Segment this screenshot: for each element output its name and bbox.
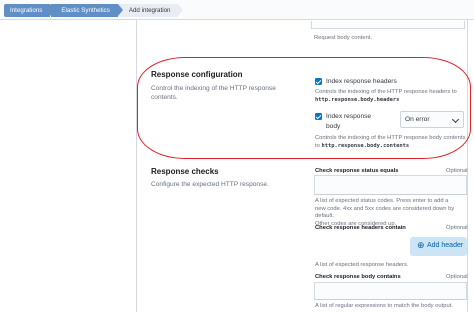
status-equals-help-line2: new code. 4xx and 5xx codes are consider… — [315, 205, 455, 220]
status-equals-optional: Optional — [446, 168, 468, 174]
breadcrumb-bar: Integrations Elastic Synthetics Add inte… — [0, 0, 474, 20]
breadcrumb-integrations[interactable]: Integrations — [4, 4, 56, 17]
body-contains-label: Check response body contains — [315, 274, 401, 280]
request-body-help: Request body content. — [314, 35, 373, 41]
sidebar-divider — [136, 20, 137, 312]
highlight-annotation — [137, 57, 471, 159]
status-equals-help-line1: A list of expected status codes. Press e… — [315, 198, 449, 204]
add-header-label: Add header — [427, 242, 464, 249]
headers-contain-label: Check response headers contain — [315, 225, 406, 231]
response-checks-description: Configure the expected HTTP response. — [151, 181, 269, 188]
request-body-field[interactable] — [311, 21, 465, 29]
body-contains-input[interactable] — [314, 282, 467, 300]
breadcrumb-elastic-synthetics[interactable]: Elastic Synthetics — [51, 4, 123, 17]
body-contains-optional: Optional — [446, 274, 468, 280]
panel-divider — [467, 20, 468, 312]
status-equals-help: A list of expected status codes. Press e… — [315, 198, 467, 228]
response-checks-title: Response checks — [151, 167, 219, 176]
breadcrumb-add-integration: Add integration — [118, 4, 184, 17]
headers-contain-optional: Optional — [446, 225, 468, 231]
plus-circle-icon: ⊕ — [417, 240, 425, 250]
add-integration-page: Integrations Elastic Synthetics Add inte… — [0, 0, 474, 312]
breadcrumb: Integrations Elastic Synthetics Add inte… — [4, 4, 184, 17]
status-equals-input[interactable] — [314, 175, 467, 195]
status-equals-label: Check response status equals — [315, 168, 399, 174]
body-contains-help: A list of regular expressions to match t… — [315, 303, 453, 309]
add-header-button[interactable]: ⊕ Add header — [410, 237, 467, 256]
headers-contain-help: A list of expected response headers. — [315, 262, 409, 268]
